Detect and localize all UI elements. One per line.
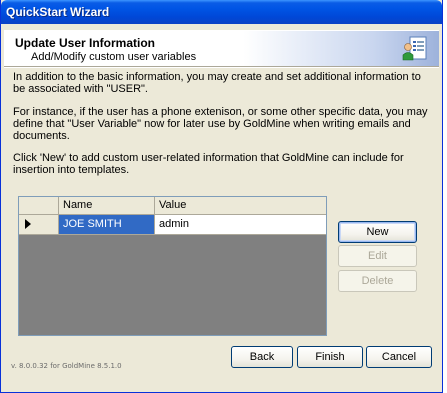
- title-bar[interactable]: QuickStart Wizard: [1, 0, 442, 24]
- cell-value[interactable]: admin: [155, 215, 326, 234]
- header-subtitle: Add/Modify custom user variables: [31, 51, 197, 63]
- instruction-paragraph: Click 'New' to add custom user-related i…: [13, 152, 404, 176]
- column-header-value[interactable]: Value: [155, 197, 326, 215]
- header-divider: [4, 66, 439, 68]
- back-button[interactable]: Back: [231, 346, 293, 368]
- new-button[interactable]: New: [338, 221, 417, 243]
- window-title: QuickStart Wizard: [6, 5, 110, 19]
- row-selector[interactable]: [19, 215, 59, 234]
- finish-button[interactable]: Finish: [297, 346, 363, 368]
- version-label: v. 8.0.0.32 for GoldMine 8.5.1.0: [11, 362, 122, 370]
- example-paragraph: For instance, if the user has a phone ex…: [13, 106, 428, 142]
- edit-button[interactable]: Edit: [338, 245, 417, 267]
- column-header-name[interactable]: Name: [59, 197, 155, 215]
- row-header-column: [19, 197, 59, 215]
- cancel-button[interactable]: Cancel: [366, 346, 432, 368]
- grid-header: Name Value: [19, 197, 326, 215]
- header-title: Update User Information: [15, 36, 156, 50]
- delete-button[interactable]: Delete: [338, 270, 417, 292]
- table-row[interactable]: JOE SMITH admin: [19, 215, 326, 235]
- background-strip: [443, 0, 447, 393]
- user-variables-grid[interactable]: Name Value JOE SMITH admin: [18, 196, 327, 336]
- quickstart-wizard-window: QuickStart Wizard Update User Informatio…: [0, 0, 443, 393]
- user-list-icon: [402, 36, 427, 61]
- wizard-header: Update User Information Add/Modify custo…: [4, 30, 439, 66]
- intro-paragraph: In addition to the basic information, yo…: [13, 71, 421, 95]
- cell-name[interactable]: JOE SMITH: [59, 215, 155, 234]
- current-row-arrow-icon: [25, 219, 31, 229]
